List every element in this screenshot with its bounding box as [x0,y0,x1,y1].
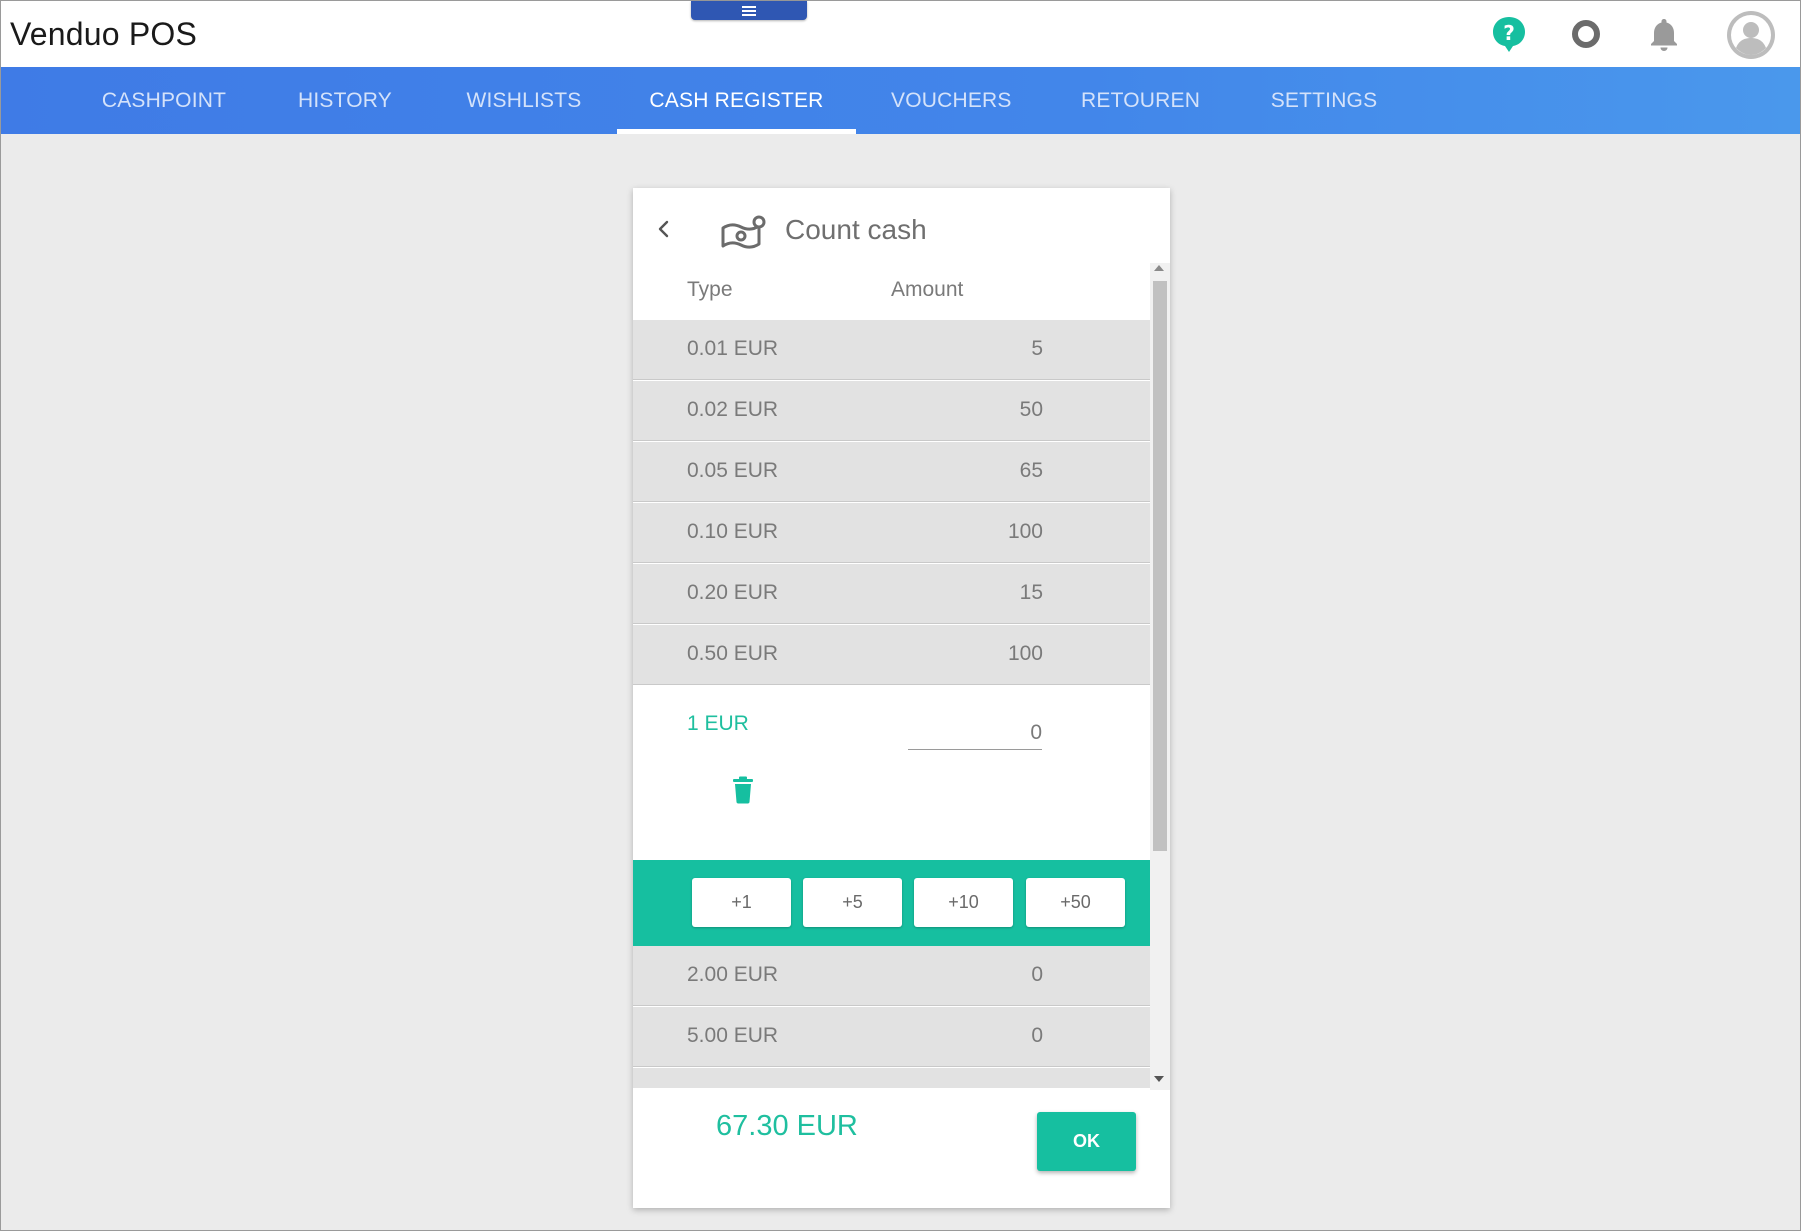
tab-vouchers[interactable]: VOUCHERS [891,67,1011,134]
svg-text:?: ? [1503,21,1515,45]
denomination-type: 0.10 EUR [687,520,779,543]
table-row[interactable]: 0.02 EUR 50 [633,381,1150,441]
scroll-up-arrow-icon[interactable] [1154,265,1164,271]
quick-add-bar: +1 +5 +10 +50 [633,860,1150,946]
add-1-button[interactable]: +1 [692,878,791,927]
denomination-type: 5.00 EUR [687,1024,779,1047]
table-row[interactable]: 0.10 EUR 100 [633,503,1150,563]
tab-cash-register[interactable]: CASH REGISTER [617,67,856,134]
add-5-button[interactable]: +5 [803,878,902,927]
tab-settings[interactable]: SETTINGS [1268,67,1380,134]
menu-toggle-button[interactable] [691,1,807,20]
column-header-amount: Amount [891,278,964,301]
status-ring-icon[interactable] [1566,14,1606,54]
table-row[interactable]: 5.00 EUR 0 [633,1007,1150,1067]
denomination-list: 0.01 EUR 5 0.02 EUR 50 0.05 EUR 65 0.10 … [633,320,1150,1088]
cash-total: 67.30 EUR [716,1110,858,1142]
help-icon[interactable]: ? [1489,14,1529,54]
column-header-type: Type [687,278,733,301]
active-denomination-row: 1 EUR [633,686,1150,836]
denomination-amount: 0 [1031,963,1043,986]
denomination-type: 0.05 EUR [687,459,779,482]
table-row[interactable]: 0.05 EUR 65 [633,442,1150,502]
denomination-amount: 100 [1007,642,1043,665]
denomination-type: 10.00 EUR [687,1085,790,1088]
tab-retouren[interactable]: RETOUREN [1081,67,1200,134]
denomination-type: 0.02 EUR [687,398,779,421]
denomination-amount: 15 [1019,581,1043,604]
table-row[interactable]: 0.50 EUR 100 [633,625,1150,685]
active-tab-indicator [617,129,856,134]
denomination-amount: 0 [1031,1085,1043,1088]
scroll-down-arrow-icon[interactable] [1154,1076,1164,1082]
bell-icon[interactable] [1644,14,1684,54]
denomination-type: 0.20 EUR [687,581,779,604]
trash-icon[interactable] [731,776,755,804]
chevron-left-icon[interactable] [651,216,677,242]
user-avatar-icon[interactable] [1726,10,1776,60]
denomination-type: 0.50 EUR [687,642,779,665]
denomination-amount: 0 [1031,1024,1043,1047]
denomination-amount: 65 [1019,459,1043,482]
denomination-amount: 50 [1019,398,1043,421]
tab-wishlists[interactable]: WISHLISTS [464,67,584,134]
count-cash-dialog: Count cash Type Amount 0.01 EUR 5 0.02 E… [633,188,1170,1208]
denomination-type: 1 EUR [687,712,749,735]
denomination-type: 2.00 EUR [687,963,779,986]
table-row[interactable]: 2.00 EUR 0 [633,946,1150,1006]
add-50-button[interactable]: +50 [1026,878,1125,927]
add-10-button[interactable]: +10 [914,878,1013,927]
tab-cashpoint[interactable]: CASHPOINT [99,67,229,134]
denomination-type: 0.01 EUR [687,337,779,360]
ok-button[interactable]: OK [1037,1112,1136,1171]
hamburger-icon [742,9,756,12]
app-title: Venduo POS [10,16,198,52]
scrollbar-thumb[interactable] [1153,281,1167,851]
table-row[interactable]: 10.00 EUR 0 [633,1068,1150,1088]
app-window: Venduo POS ? CASHPOINT HISTORY WISHLISTS… [0,0,1801,1231]
tab-history[interactable]: HISTORY [297,67,393,134]
amount-input[interactable] [908,716,1042,750]
top-bar: Venduo POS ? [1,1,1800,67]
table-row[interactable]: 0.20 EUR 15 [633,564,1150,624]
denomination-amount: 5 [1031,337,1043,360]
dialog-title: Count cash [785,214,927,245]
table-row[interactable]: 0.01 EUR 5 [633,320,1150,380]
main-nav: CASHPOINT HISTORY WISHLISTS CASH REGISTE… [1,67,1800,134]
denomination-amount: 100 [1007,520,1043,543]
cash-icon [721,215,766,249]
